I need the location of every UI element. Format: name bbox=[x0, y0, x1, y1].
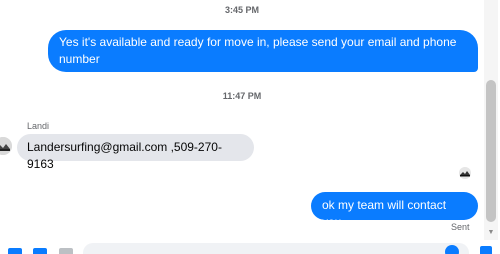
message-composer bbox=[0, 240, 500, 254]
photo-icon[interactable] bbox=[33, 248, 47, 254]
gif-icon[interactable] bbox=[59, 248, 73, 254]
scrollbar-thumb[interactable] bbox=[486, 80, 496, 222]
scroll-down-icon[interactable]: ▼ bbox=[484, 228, 498, 238]
message-input[interactable] bbox=[83, 243, 469, 254]
sender-name: Landi bbox=[27, 121, 50, 131]
timestamp: 3:45 PM bbox=[224, 5, 259, 15]
incoming-message[interactable]: Landersurfing@gmail.com ,509-270-9163 bbox=[17, 134, 254, 171]
outgoing-message[interactable]: Yes it's available and ready for move in… bbox=[48, 30, 478, 72]
avatar[interactable] bbox=[0, 137, 12, 155]
outgoing-message[interactable]: ok my team will contact you bbox=[311, 192, 478, 229]
like-icon[interactable] bbox=[480, 246, 492, 254]
emoji-icon[interactable] bbox=[445, 245, 459, 254]
seen-avatar bbox=[459, 167, 471, 179]
sent-status: Sent bbox=[451, 222, 470, 232]
timestamp: 11:47 PM bbox=[222, 91, 262, 101]
plus-icon[interactable] bbox=[8, 248, 22, 254]
